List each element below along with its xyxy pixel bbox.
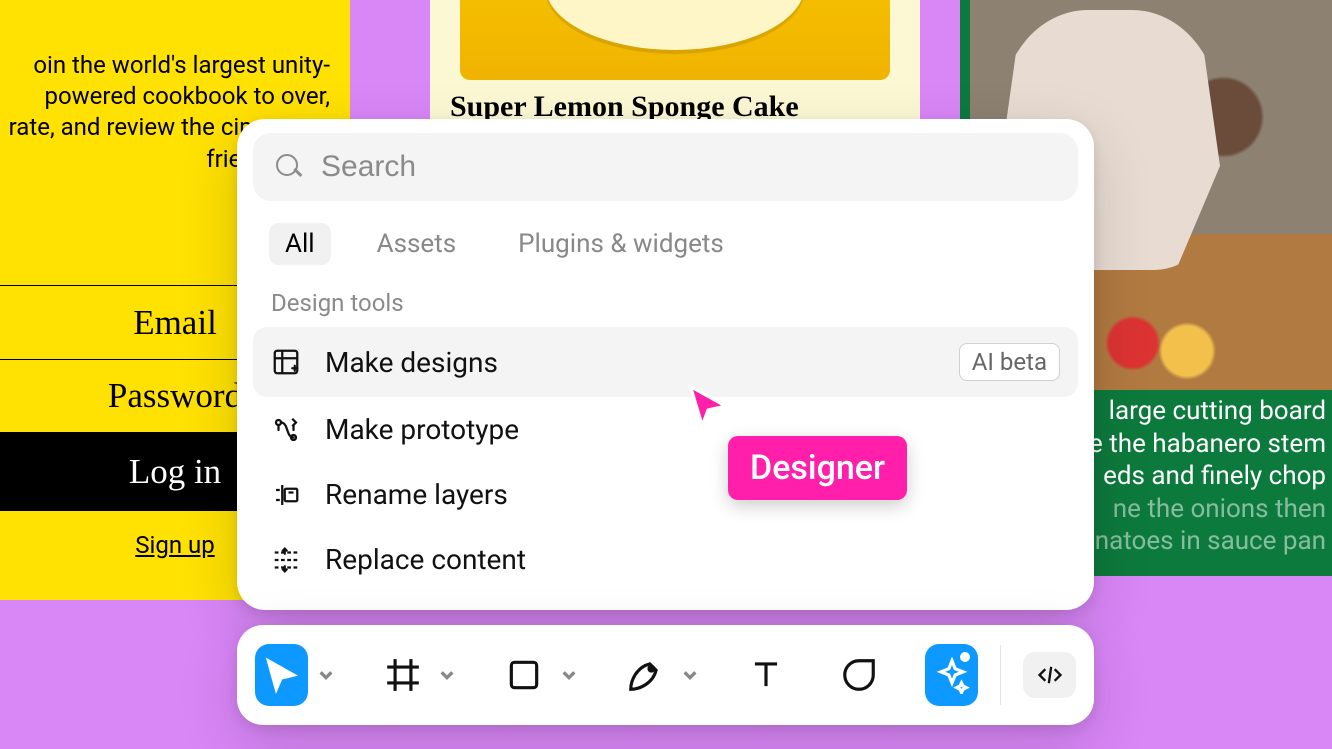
toolbar-divider	[1000, 645, 1001, 705]
actions-panel: All Assets Plugins & widgets Design tool…	[237, 119, 1094, 610]
bottom-toolbar	[237, 625, 1094, 725]
rename-layers-icon	[271, 480, 301, 510]
replace-content-icon	[271, 545, 301, 575]
tab-plugins-widgets[interactable]: Plugins & widgets	[502, 223, 740, 265]
tab-all[interactable]: All	[269, 223, 331, 265]
rectangle-tool[interactable]	[497, 644, 550, 706]
comment-tool[interactable]	[833, 644, 886, 706]
move-tool[interactable]	[255, 644, 308, 706]
search-input[interactable]	[321, 150, 1056, 184]
action-make-prototype[interactable]: Make prototype	[253, 397, 1078, 462]
multiplayer-cursor	[685, 383, 731, 429]
ai-beta-badge: AI beta	[959, 343, 1060, 381]
make-prototype-icon	[271, 415, 301, 445]
shape-tool-caret[interactable]	[558, 667, 578, 683]
text-tool[interactable]	[740, 644, 793, 706]
action-rename-layers[interactable]: Rename layers	[253, 462, 1078, 527]
action-label: Make designs	[325, 346, 498, 379]
make-designs-icon	[271, 347, 301, 377]
frame-tool[interactable]	[376, 644, 429, 706]
action-make-designs[interactable]: Make designs AI beta	[253, 327, 1078, 397]
search-bar[interactable]	[253, 133, 1078, 201]
action-label: Rename layers	[325, 478, 508, 511]
search-tabs: All Assets Plugins & widgets	[253, 201, 1078, 275]
action-replace-content[interactable]: Replace content	[253, 527, 1078, 592]
ai-actions-tool[interactable]	[925, 644, 978, 706]
tab-assets[interactable]: Assets	[361, 223, 473, 265]
search-icon	[275, 153, 303, 181]
signup-link-mock: Sign up	[135, 531, 214, 559]
dev-mode-toggle[interactable]	[1023, 652, 1076, 698]
pen-tool[interactable]	[619, 644, 672, 706]
cursor-user-label: Designer	[728, 436, 907, 500]
frame-tool-caret[interactable]	[437, 667, 457, 683]
move-tool-caret[interactable]	[316, 667, 336, 683]
action-label: Replace content	[325, 543, 526, 576]
section-design-tools: Design tools	[253, 275, 1078, 327]
action-label: Make prototype	[325, 413, 519, 446]
recipe-image-mock	[460, 0, 890, 80]
pen-tool-caret[interactable]	[680, 667, 700, 683]
